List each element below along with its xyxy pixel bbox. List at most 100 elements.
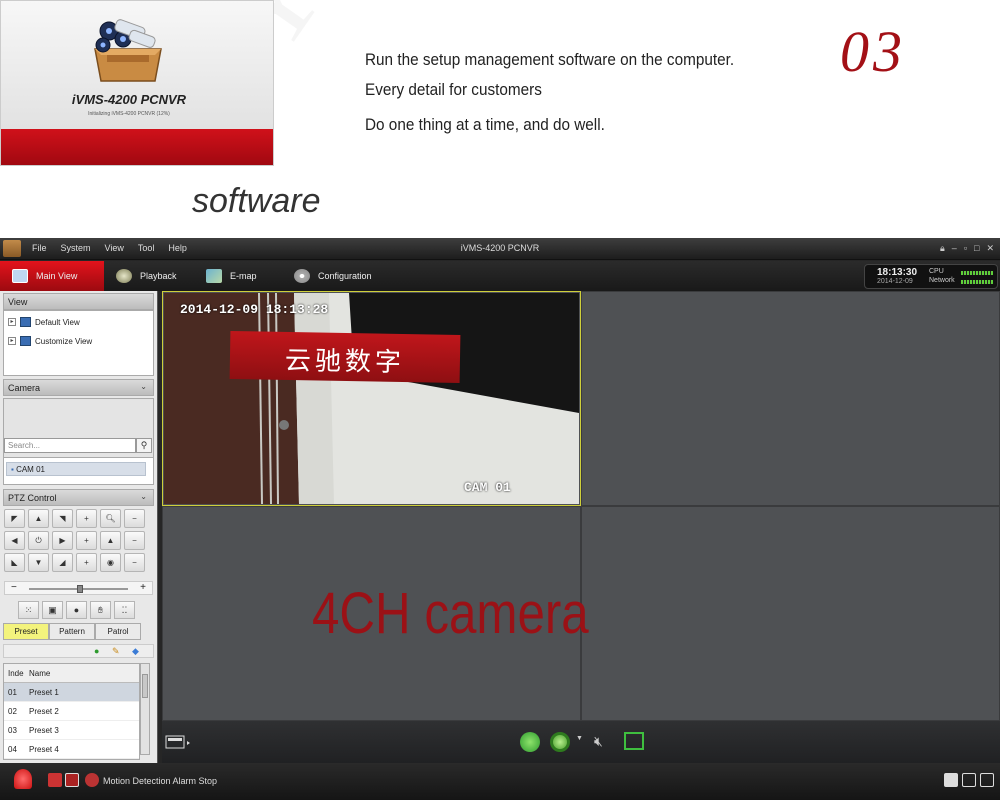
table-row[interactable]: 04 Preset 4 (4, 740, 139, 759)
view-header-label: View (8, 297, 28, 307)
chevron-down-icon[interactable]: ⌄ (140, 382, 147, 391)
tab-label: Playback (140, 271, 177, 281)
ptz-functions: ⁙ ▣ ● ✋︎ ⁚⁚ (18, 601, 135, 619)
table-header: Inde Name (4, 664, 139, 683)
tab-emap[interactable]: E-map (194, 261, 282, 291)
iris-open-button[interactable]: + (76, 553, 97, 572)
focus-out-button[interactable]: − (124, 531, 145, 550)
focus-in-button[interactable]: + (76, 531, 97, 550)
ptz-right-button[interactable]: ▶ (52, 531, 73, 550)
map-icon (206, 269, 222, 283)
window-icon[interactable] (962, 773, 976, 787)
scroll-thumb[interactable] (142, 674, 148, 698)
tagline-1: Run the setup management software on the… (365, 50, 735, 69)
app-window: File System View Tool Help iVMS-4200 PCN… (0, 238, 1000, 800)
preset-table: Inde Name 01 Preset 1 02 Preset 2 03 Pre… (3, 663, 140, 760)
ptz-down-left-button[interactable]: ◣ (4, 553, 25, 572)
ptz-speed-slider[interactable]: − + (4, 581, 153, 595)
restore-icon[interactable]: ▫ (964, 242, 967, 254)
video-cell-1[interactable]: 云驰数字 2014-12-09 18:13:28 CAM 01 (162, 291, 581, 506)
sign-board: 云驰数字 (229, 330, 461, 384)
maximize-icon[interactable]: □ (974, 242, 979, 254)
preset-index: 04 (8, 745, 17, 754)
chevron-down-icon[interactable]: ⌄ (140, 492, 147, 501)
ptz-down-button[interactable]: ▼ (28, 553, 49, 572)
view-item-customize[interactable]: ▸ Customize View (8, 336, 92, 346)
expand-window-icon[interactable] (980, 773, 994, 787)
search-input[interactable]: Search... (4, 438, 136, 453)
video-grid: 云驰数字 2014-12-09 18:13:28 CAM 01 (162, 291, 1000, 721)
ptz-up-button[interactable]: ▲ (28, 509, 49, 528)
monitor-icon (12, 269, 28, 283)
software-label: software (192, 182, 321, 220)
alarm-icon[interactable] (14, 769, 32, 789)
cycle-icon[interactable] (550, 732, 570, 752)
ptz-left-button[interactable]: ◀ (4, 531, 25, 550)
lens-init-icon[interactable]: ✋︎ (90, 601, 111, 619)
record-icon[interactable] (65, 773, 79, 787)
splash-brand: iVMS-4200 PCNVR (71, 92, 187, 107)
camera-feed: 云驰数字 2014-12-09 18:13:28 CAM 01 (164, 293, 579, 504)
ptz-down-right-button[interactable]: ◢ (52, 553, 73, 572)
gear-icon (294, 269, 310, 283)
pin-icon[interactable] (944, 773, 958, 787)
zoom-out-button[interactable]: − (124, 509, 145, 528)
camera-section-header[interactable]: Camera ⌄ (3, 379, 154, 396)
ptz-up-right-button[interactable]: ◥ (52, 509, 73, 528)
ptz-up-left-button[interactable]: ◤ (4, 509, 25, 528)
dropdown-arrow-icon[interactable]: ▼ (576, 735, 583, 742)
video-cell-4[interactable] (581, 506, 1000, 721)
speed-plus-icon[interactable]: + (140, 582, 146, 594)
col-index: Inde (8, 669, 24, 678)
tab-patrol[interactable]: Patrol (95, 623, 141, 640)
zoom-in-button[interactable]: + (76, 509, 97, 528)
light-icon[interactable]: ⁙ (18, 601, 39, 619)
tab-preset[interactable]: Preset (3, 623, 49, 640)
iris-close-button[interactable]: − (124, 553, 145, 572)
title-bar: File System View Tool Help iVMS-4200 PCN… (0, 238, 1000, 260)
tab-playback[interactable]: Playback (104, 261, 194, 291)
ptz-section-header[interactable]: PTZ Control ⌄ (3, 489, 154, 506)
view-icon (20, 317, 31, 327)
wiper-icon[interactable]: ▣ (42, 601, 63, 619)
close-icon[interactable]: ✕ (986, 242, 994, 254)
preset-name: Preset 1 (29, 688, 59, 697)
delete-preset-icon[interactable]: ◆ (132, 646, 139, 657)
layout-icon[interactable] (165, 735, 191, 751)
alarm-output-icon[interactable] (48, 773, 62, 787)
view-section-header[interactable]: View (3, 293, 154, 310)
tab-pattern[interactable]: Pattern (49, 623, 95, 640)
expand-icon[interactable]: ▸ (8, 318, 16, 326)
table-row[interactable]: 03 Preset 3 (4, 721, 139, 740)
view-item-default[interactable]: ▸ Default View (8, 317, 80, 327)
clock-date: 2014-12-09 (877, 278, 913, 285)
menu-call-icon[interactable]: ⁚⁚ (114, 601, 135, 619)
tab-configuration[interactable]: Configuration (282, 261, 394, 291)
speed-minus-icon[interactable]: − (11, 582, 17, 594)
auto-scan-button[interactable]: ⏻ (28, 531, 49, 550)
slider-thumb[interactable] (77, 585, 83, 593)
preset-name: Preset 4 (29, 745, 59, 754)
camera-item[interactable]: ▪ CAM 01 (6, 462, 146, 476)
lock-icon[interactable]: 🔒︎ (940, 242, 945, 254)
mute-icon[interactable]: 🔇︎ (594, 733, 603, 750)
video-cell-2[interactable] (581, 291, 1000, 506)
tab-main-view[interactable]: Main View (0, 261, 104, 291)
preset-toolbar: ● ✎ ◆ (3, 644, 154, 658)
expand-icon[interactable]: ▸ (8, 337, 16, 345)
table-row[interactable]: 01 Preset 1 (4, 683, 139, 702)
edit-preset-icon[interactable]: ✎ (112, 646, 120, 657)
search-icon[interactable]: ⚲ (136, 438, 152, 453)
preset-index: 02 (8, 707, 17, 716)
fullscreen-icon[interactable] (624, 732, 644, 750)
view-icon (20, 336, 31, 346)
focus-assist-icon[interactable]: ● (66, 601, 87, 619)
event-icon[interactable] (85, 773, 99, 787)
table-row[interactable]: 02 Preset 2 (4, 702, 139, 721)
preset-scrollbar[interactable] (140, 663, 150, 755)
stop-all-button[interactable] (520, 732, 540, 752)
call-preset-icon[interactable]: ● (94, 646, 99, 657)
minimize-icon[interactable]: – (952, 242, 957, 254)
preset-index: 01 (8, 688, 17, 697)
tab-label: Configuration (318, 271, 372, 281)
